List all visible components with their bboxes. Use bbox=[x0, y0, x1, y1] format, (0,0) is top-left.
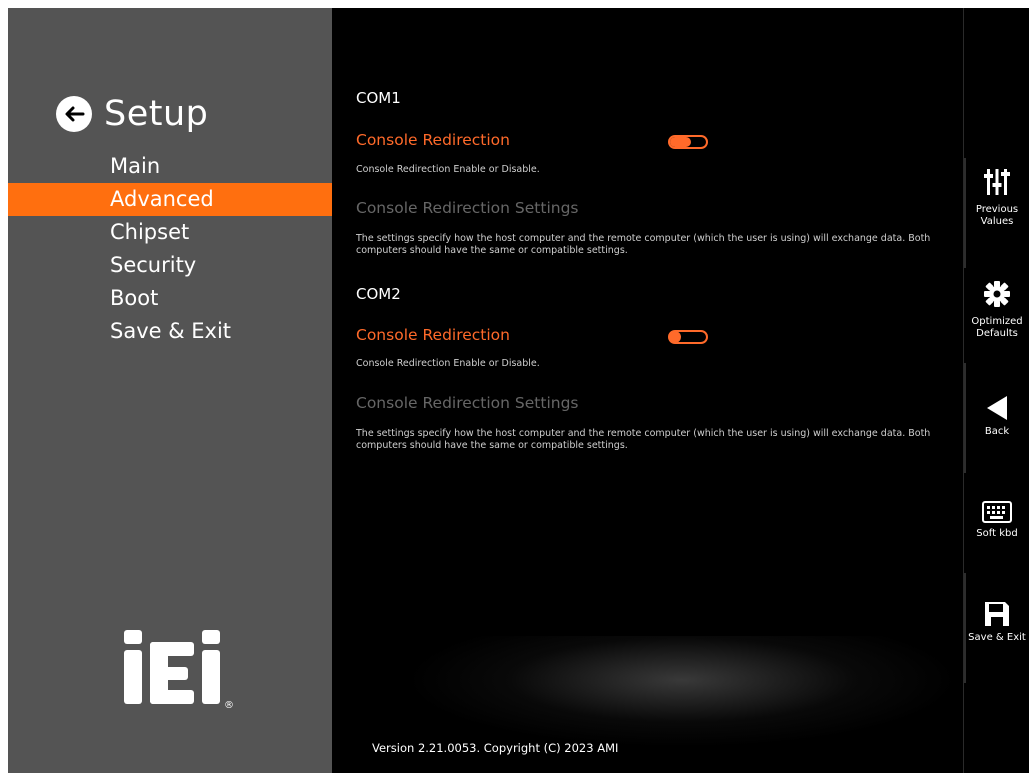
save-disk-icon bbox=[985, 602, 1009, 626]
optimized-defaults-button[interactable]: Optimized Defaults bbox=[964, 280, 1029, 340]
keyboard-icon bbox=[982, 501, 1012, 523]
setup-title: Setup bbox=[104, 94, 209, 134]
back-label: Back bbox=[984, 426, 1010, 437]
decorative-glow bbox=[412, 636, 952, 746]
gear-icon bbox=[984, 281, 1010, 307]
optimized-defaults-label: Optimized Defaults bbox=[971, 316, 1023, 339]
bios-setup-screen: Setup Main Advanced Chipset Security Boo… bbox=[8, 8, 1029, 773]
main-content: COM1 Console Redirection Console Redirec… bbox=[332, 8, 963, 773]
soft-kbd-label: Soft kbd bbox=[976, 528, 1018, 539]
main-menu: Main Advanced Chipset Security Boot Save… bbox=[8, 150, 332, 348]
com1-console-redirection-desc: Console Redirection Enable or Disable. bbox=[356, 164, 540, 175]
previous-values-label: Previous Values bbox=[975, 204, 1019, 227]
save-exit-label: Save & Exit bbox=[968, 632, 1026, 643]
com1-console-redirection-toggle[interactable] bbox=[668, 135, 708, 149]
com2-console-redirection-desc: Console Redirection Enable or Disable. bbox=[356, 358, 540, 369]
menu-item-chipset[interactable]: Chipset bbox=[8, 216, 332, 249]
menu-item-boot[interactable]: Boot bbox=[8, 282, 332, 315]
back-triangle-icon bbox=[987, 396, 1007, 420]
save-exit-button[interactable]: Save & Exit bbox=[964, 600, 1029, 644]
menu-item-save-exit[interactable]: Save & Exit bbox=[8, 315, 332, 348]
right-toolbar: Previous Values Optimized Defaults Back … bbox=[963, 8, 1029, 773]
com2-console-redirection-settings[interactable]: Console Redirection Settings bbox=[356, 394, 579, 412]
com2-settings-desc: The settings specify how the host comput… bbox=[356, 428, 931, 451]
sliders-icon bbox=[984, 169, 1010, 195]
com1-console-redirection-label[interactable]: Console Redirection bbox=[356, 131, 510, 149]
soft-kbd-button[interactable]: Soft kbd bbox=[964, 500, 1029, 540]
com2-console-redirection-toggle[interactable] bbox=[668, 330, 708, 344]
setup-header: Setup bbox=[56, 90, 208, 138]
menu-item-advanced[interactable]: Advanced bbox=[8, 183, 332, 216]
toggle-fill bbox=[670, 137, 691, 147]
toggle-knob bbox=[669, 331, 681, 343]
back-arrow-icon[interactable] bbox=[56, 96, 92, 132]
previous-values-button[interactable]: Previous Values bbox=[964, 168, 1029, 228]
version-text: Version 2.21.0053. Copyright (C) 2023 AM… bbox=[372, 741, 619, 755]
com1-label: COM1 bbox=[356, 89, 401, 107]
iei-logo: ® bbox=[120, 624, 240, 714]
svg-text:®: ® bbox=[224, 700, 234, 711]
com2-console-redirection-label[interactable]: Console Redirection bbox=[356, 326, 510, 344]
com2-label: COM2 bbox=[356, 285, 401, 303]
com1-settings-desc: The settings specify how the host comput… bbox=[356, 233, 931, 256]
menu-item-security[interactable]: Security bbox=[8, 249, 332, 282]
menu-item-main[interactable]: Main bbox=[8, 150, 332, 183]
com1-console-redirection-settings[interactable]: Console Redirection Settings bbox=[356, 199, 579, 217]
back-button[interactable]: Back bbox=[964, 394, 1029, 438]
sidebar: Setup Main Advanced Chipset Security Boo… bbox=[8, 8, 332, 773]
